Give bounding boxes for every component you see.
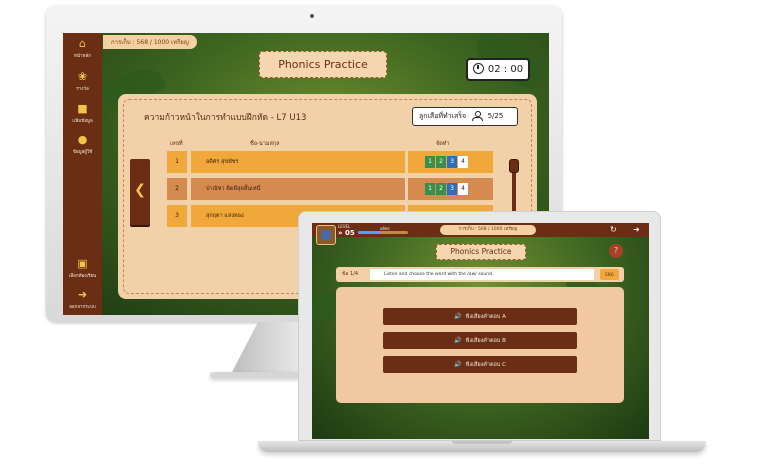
timer-value: 02 : 00: [487, 64, 524, 75]
help-button[interactable]: ?: [609, 244, 623, 258]
completed-count: 5/25: [487, 112, 504, 120]
level-cell: 4: [458, 156, 468, 168]
row-number: 3: [167, 205, 187, 227]
sidebar-item-folder[interactable]: ■ แฟ้มข้อมูล: [63, 102, 102, 125]
timer: 02 : 00: [466, 58, 530, 81]
board-icon: ▣: [77, 257, 88, 270]
top-bar: LEVEL » 05 อดิศร การเก็บ : 568 / 1000 เห…: [312, 223, 649, 237]
level-cell: 1: [425, 156, 435, 168]
level-cell: 1: [425, 183, 435, 195]
column-header-no: เลขที่: [170, 141, 183, 147]
person-icon: [472, 111, 484, 121]
scrollbar-thumb[interactable]: [509, 159, 519, 173]
page-title: Phonics Practice: [259, 51, 387, 78]
level-cell: 3: [447, 156, 457, 168]
answer-a-button[interactable]: 🔊 ฟังเสียงคำตอบ A: [383, 308, 577, 325]
logout-icon: ➜: [77, 288, 88, 301]
level-cells: 1 2 3 4: [408, 151, 493, 173]
row-name: อดิศร สุขพัชร: [191, 151, 405, 173]
answer-panel: 🔊 ฟังเสียงคำตอบ A 🔊 ฟังเสียงคำตอบ B 🔊 ฟังเส…: [336, 287, 624, 403]
sidebar-item-label: ข้อมูลผู้ใช้: [72, 150, 93, 155]
level-cell: 2: [436, 156, 446, 168]
answer-label: ฟังเสียงคำตอบ C: [465, 362, 506, 368]
question-number: ข้อ 1/4: [342, 271, 359, 277]
home-icon: ⌂: [79, 37, 86, 50]
column-header-name: ชื่อ-นามสกุล: [250, 141, 280, 147]
question-bar: ข้อ 1/4 Listen and choose the word with …: [336, 267, 624, 282]
sidebar-item-label: เลือกห้องเรียน: [68, 274, 97, 279]
avatar[interactable]: [316, 225, 336, 245]
level-progress-bar: [358, 231, 408, 234]
page-title: Phonics Practice: [436, 244, 526, 260]
answer-label: ฟังเสียงคำตอบ A: [465, 314, 506, 320]
coin-counter: การเก็บ : 568 / 1000 เหรียญ: [103, 35, 197, 49]
row-number: 2: [167, 178, 187, 200]
level-cell: 2: [436, 183, 446, 195]
devices-mockup: ⌂ หน้าหลัก ❀ รางวัล ■ แฟ้มข้อมูล ● ข้อมู…: [0, 0, 765, 466]
sidebar: ⌂ หน้าหลัก ❀ รางวัล ■ แฟ้มข้อมูล ● ข้อมู…: [63, 33, 102, 315]
language-toggle[interactable]: ENG: [600, 269, 619, 280]
row-name: ปาณิชา คิดดีสุดสิ้นเหนื่: [191, 178, 405, 200]
clock-icon: [472, 63, 484, 74]
question-text: Listen and choose the word with the /aw/…: [370, 269, 594, 280]
sidebar-item-classroom[interactable]: ▣ เลือกห้องเรียน: [63, 257, 102, 280]
column-header-level: จัดทำ: [436, 141, 450, 147]
chevron-left-icon: ❮: [134, 182, 146, 198]
level-cell: 4: [458, 183, 468, 195]
user-icon: ●: [77, 133, 88, 146]
laptop-screen: LEVEL » 05 อดิศร การเก็บ : 568 / 1000 เห…: [312, 223, 649, 439]
speaker-icon: 🔊: [454, 313, 462, 320]
speaker-icon: 🔊: [454, 361, 462, 368]
sidebar-item-label: หน้าหลัก: [73, 54, 92, 59]
sidebar-item-label: รางวัล: [76, 87, 89, 92]
panel-title: ความก้าวหน้าในการทำแบบฝึกหัด - L7 U13: [144, 113, 307, 123]
sidebar-item-profile[interactable]: ● ข้อมูลผู้ใช้: [63, 133, 102, 156]
refresh-icon[interactable]: ↻: [610, 223, 617, 237]
reward-icon: ❀: [77, 70, 88, 83]
sidebar-item-label: แฟ้มข้อมูล: [72, 119, 93, 124]
sidebar-item-reward[interactable]: ❀ รางวัล: [63, 70, 102, 93]
coin-counter: การเก็บ : 568 / 1000 เหรียญ: [440, 225, 536, 235]
level-cell: 3: [447, 183, 457, 195]
level-progress-fill: [358, 231, 381, 234]
sidebar-item-logout[interactable]: ➜ ออกจากระบบ: [63, 288, 102, 311]
webcam: [310, 14, 314, 18]
level-number: » 05: [338, 229, 355, 237]
prev-page-button[interactable]: ❮: [130, 159, 150, 225]
level-cells: 1 2 3 4: [408, 178, 493, 200]
row-number: 1: [167, 151, 187, 173]
logout-icon[interactable]: ➜: [633, 223, 640, 237]
answer-label: ฟังเสียงคำตอบ B: [465, 338, 506, 344]
folder-icon: ■: [77, 102, 88, 115]
completed-counter: ลูกเสือที่ทำเสร็จ 5/25: [412, 107, 518, 126]
completed-label: ลูกเสือที่ทำเสร็จ: [419, 112, 467, 120]
speaker-icon: 🔊: [454, 337, 462, 344]
sidebar-item-label: ออกจากระบบ: [69, 305, 96, 310]
answer-b-button[interactable]: 🔊 ฟังเสียงคำตอบ B: [383, 332, 577, 349]
sidebar-item-home[interactable]: ⌂ หน้าหลัก: [63, 37, 102, 60]
laptop: LEVEL » 05 อดิศร การเก็บ : 568 / 1000 เห…: [298, 211, 661, 441]
answer-c-button[interactable]: 🔊 ฟังเสียงคำตอบ C: [383, 356, 577, 373]
laptop-notch: [452, 441, 512, 444]
